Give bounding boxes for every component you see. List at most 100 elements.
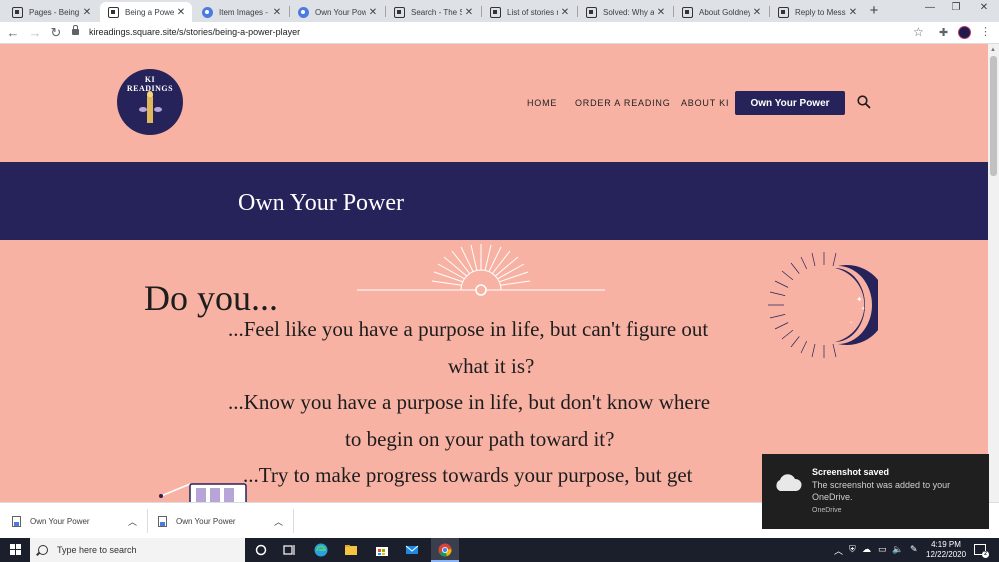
chrome-icon [438, 543, 452, 557]
new-tab-button[interactable]: + [866, 3, 882, 19]
browser-menu-icon[interactable]: ⋮ [980, 25, 991, 38]
scroll-up-arrow-icon[interactable]: ▲ [990, 47, 996, 53]
network-icon[interactable]: ▭ [878, 544, 887, 555]
task-view-icon[interactable] [281, 542, 297, 558]
mail-icon[interactable] [404, 542, 420, 558]
browser-tab[interactable]: Reply to Message ✕ [770, 2, 864, 22]
extensions-icon[interactable]: ✚ [939, 26, 948, 39]
toast-source: OneDrive [812, 507, 842, 514]
file-explorer-icon[interactable] [343, 542, 359, 558]
pen-icon[interactable]: ✎ [910, 544, 918, 555]
browser-toolbar: ← → ↻ kireadings.square.site/s/stories/b… [0, 22, 999, 44]
page-scrollbar[interactable]: ▲ [988, 44, 999, 502]
minimize-button[interactable]: — [920, 2, 940, 13]
browser-tab-active[interactable]: Being a Power Player ✕ [100, 2, 192, 22]
reload-button[interactable]: ↻ [48, 25, 64, 41]
body-text-line: what it is? [448, 354, 535, 378]
close-tab-icon[interactable]: ✕ [558, 7, 572, 18]
onedrive-cloud-icon [776, 474, 802, 491]
toast-title: Screenshot saved [812, 467, 890, 477]
taskbar-chrome-active[interactable] [431, 538, 459, 562]
close-tab-icon[interactable]: ✕ [654, 7, 668, 18]
toast-message: The screenshot was added to your OneDriv… [812, 480, 951, 502]
nav-order-reading-link[interactable]: ORDER A READING [575, 98, 671, 108]
browser-tab[interactable]: Solved: Why are ✕ [578, 2, 672, 22]
svg-text:✦: ✦ [861, 306, 865, 312]
browser-tab[interactable]: List of stories not ✕ [482, 2, 576, 22]
microsoft-store-icon[interactable] [374, 542, 390, 558]
taskbar-search-box[interactable]: Type here to search [30, 538, 245, 562]
download-item[interactable]: Own Your Power ︿ [158, 503, 288, 539]
lock-icon[interactable] [72, 25, 79, 35]
download-divider [147, 509, 148, 533]
leaf-icon [154, 107, 162, 112]
volume-icon[interactable]: 🔈 [892, 544, 903, 555]
forward-button[interactable]: → [27, 25, 43, 41]
close-tab-icon[interactable]: ✕ [80, 7, 94, 18]
profile-avatar[interactable] [958, 26, 971, 39]
edge-icon[interactable] [313, 542, 329, 558]
close-tab-icon[interactable]: ✕ [846, 7, 860, 18]
web-page: KI READINGS HOME ORDER A READING ABOUT K… [0, 44, 988, 502]
candle-icon [147, 97, 153, 123]
chevron-up-icon[interactable]: ︿ [274, 515, 283, 528]
close-tab-icon[interactable]: ✕ [462, 7, 476, 18]
bookmark-star-icon[interactable]: ☆ [913, 25, 924, 39]
screen: Pages - Being a Power Player ✕ Being a P… [0, 0, 999, 562]
own-your-power-button[interactable]: Own Your Power [735, 91, 845, 115]
taskbar-clock[interactable]: 4:19 PM 12/22/2020 [926, 540, 966, 560]
chevron-up-icon[interactable]: ︿ [128, 515, 137, 528]
close-tab-icon[interactable]: ✕ [366, 7, 380, 18]
browser-tab[interactable]: Search - The Seller ✕ [386, 2, 480, 22]
close-tab-icon[interactable]: ✕ [174, 7, 188, 18]
search-icon [38, 545, 48, 555]
svg-text:•: • [850, 320, 852, 325]
action-center-icon[interactable]: 2 [974, 544, 989, 558]
square-site-icon [778, 6, 789, 18]
body-text-line: ...Try to make progress towards your pur… [243, 463, 693, 487]
file-icon [158, 515, 167, 527]
square-site-icon [682, 6, 693, 18]
nav-about-link[interactable]: ABOUT KI [681, 98, 729, 108]
file-icon [12, 515, 21, 527]
windows-taskbar: Type here to search ︿ ⛨ ☁ ▭ 🔈 ✎ 4:19 PM … [0, 538, 999, 562]
restore-button[interactable]: ❐ [946, 2, 966, 13]
nav-home-link[interactable]: HOME [527, 98, 557, 108]
page-heading: Do you... [144, 278, 278, 318]
square-site-icon [490, 6, 501, 18]
leaf-icon [139, 107, 147, 112]
body-text-line: ...Know you have a purpose in life, but … [228, 390, 711, 414]
title-banner: Own Your Power [0, 162, 988, 240]
browser-tab[interactable]: About Goldneye ✕ [674, 2, 768, 22]
browser-tab[interactable]: Item Images - Cont ✕ [194, 2, 288, 22]
rising-sun-icon [357, 244, 605, 296]
security-icon[interactable]: ⛨ [849, 544, 856, 555]
body-text-line: ...Feel like you have a purpose in life,… [228, 317, 709, 341]
scrollbar-thumb[interactable] [990, 56, 997, 176]
ki-readings-logo[interactable]: KI READINGS [117, 69, 183, 135]
download-item[interactable]: Own Your Power ︿ [12, 503, 142, 539]
show-hidden-icons[interactable]: ︿ [834, 544, 843, 557]
onedrive-tray-icon[interactable]: ☁ [862, 544, 871, 555]
address-bar[interactable]: kireadings.square.site/s/stories/being-a… [89, 27, 300, 37]
square-site-icon [394, 6, 405, 18]
square-site-icon [108, 6, 119, 18]
close-tab-icon[interactable]: ✕ [750, 7, 764, 18]
svg-text:✦: ✦ [856, 295, 863, 304]
chrome-icon [298, 6, 309, 18]
chrome-icon [202, 6, 213, 18]
square-site-icon [586, 6, 597, 18]
cortana-icon[interactable] [253, 542, 269, 558]
back-button[interactable]: ← [5, 25, 21, 41]
close-tab-icon[interactable]: ✕ [270, 7, 284, 18]
download-divider [293, 509, 294, 533]
close-window-button[interactable]: ✕ [974, 2, 994, 13]
banner-title: Own Your Power [238, 190, 405, 216]
windows-start-icon[interactable] [10, 544, 21, 555]
browser-tab[interactable]: Own Your Power ✕ [290, 2, 384, 22]
browser-tab[interactable]: Pages - Being a Power Player ✕ [4, 2, 98, 22]
body-text-line: to begin on your path toward it? [345, 427, 615, 451]
square-site-icon [12, 6, 23, 18]
screenshot-toast[interactable]: Screenshot saved The screenshot was adde… [762, 454, 989, 529]
search-icon[interactable] [857, 95, 871, 109]
